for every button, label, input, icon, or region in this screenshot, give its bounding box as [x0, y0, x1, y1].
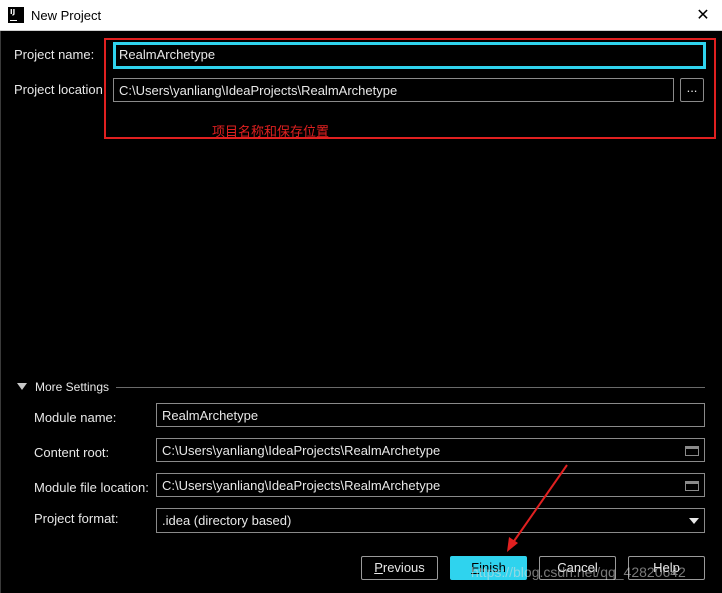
collapse-triangle-icon[interactable] — [17, 383, 27, 390]
content-root-folder-icon[interactable] — [685, 446, 699, 456]
arrow-head — [507, 537, 518, 552]
intellij-app-icon: IJ — [8, 7, 24, 23]
module-name-input[interactable]: RealmArchetype — [156, 403, 705, 427]
module-name-label: Module name: — [34, 410, 117, 425]
project-format-select[interactable]: .idea (directory based) — [156, 508, 705, 533]
close-button[interactable]: ✕ — [692, 5, 714, 25]
previous-button[interactable]: Previous — [361, 556, 438, 580]
annotation-box — [104, 38, 716, 139]
module-file-folder-icon[interactable] — [685, 481, 699, 491]
more-settings-toggle[interactable]: More Settings — [35, 380, 109, 394]
project-name-label: Project name: — [14, 47, 95, 62]
previous-mnemonic: P — [374, 560, 383, 575]
window-title: New Project — [31, 8, 102, 23]
module-file-location-input[interactable]: C:\Users\yanliang\IdeaProjects\RealmArch… — [156, 473, 705, 497]
content-root-input[interactable]: C:\Users\yanliang\IdeaProjects\RealmArch… — [156, 438, 705, 462]
previous-label: revious — [382, 560, 425, 575]
module-file-location-label: Module file location: — [34, 480, 149, 495]
watermark-text: https://blog.csdn.net/qq_42820642 — [471, 564, 686, 580]
annotation-text: 项目名称和保存位置 — [212, 125, 330, 140]
section-divider — [116, 387, 705, 388]
content-root-label: Content root: — [34, 445, 110, 460]
project-location-label: Project location: — [14, 82, 107, 97]
title-bar: IJ New Project ✕ — [0, 0, 722, 31]
window-edge — [0, 31, 1, 593]
project-format-label: Project format: — [34, 511, 119, 526]
chevron-down-icon[interactable] — [689, 518, 699, 524]
